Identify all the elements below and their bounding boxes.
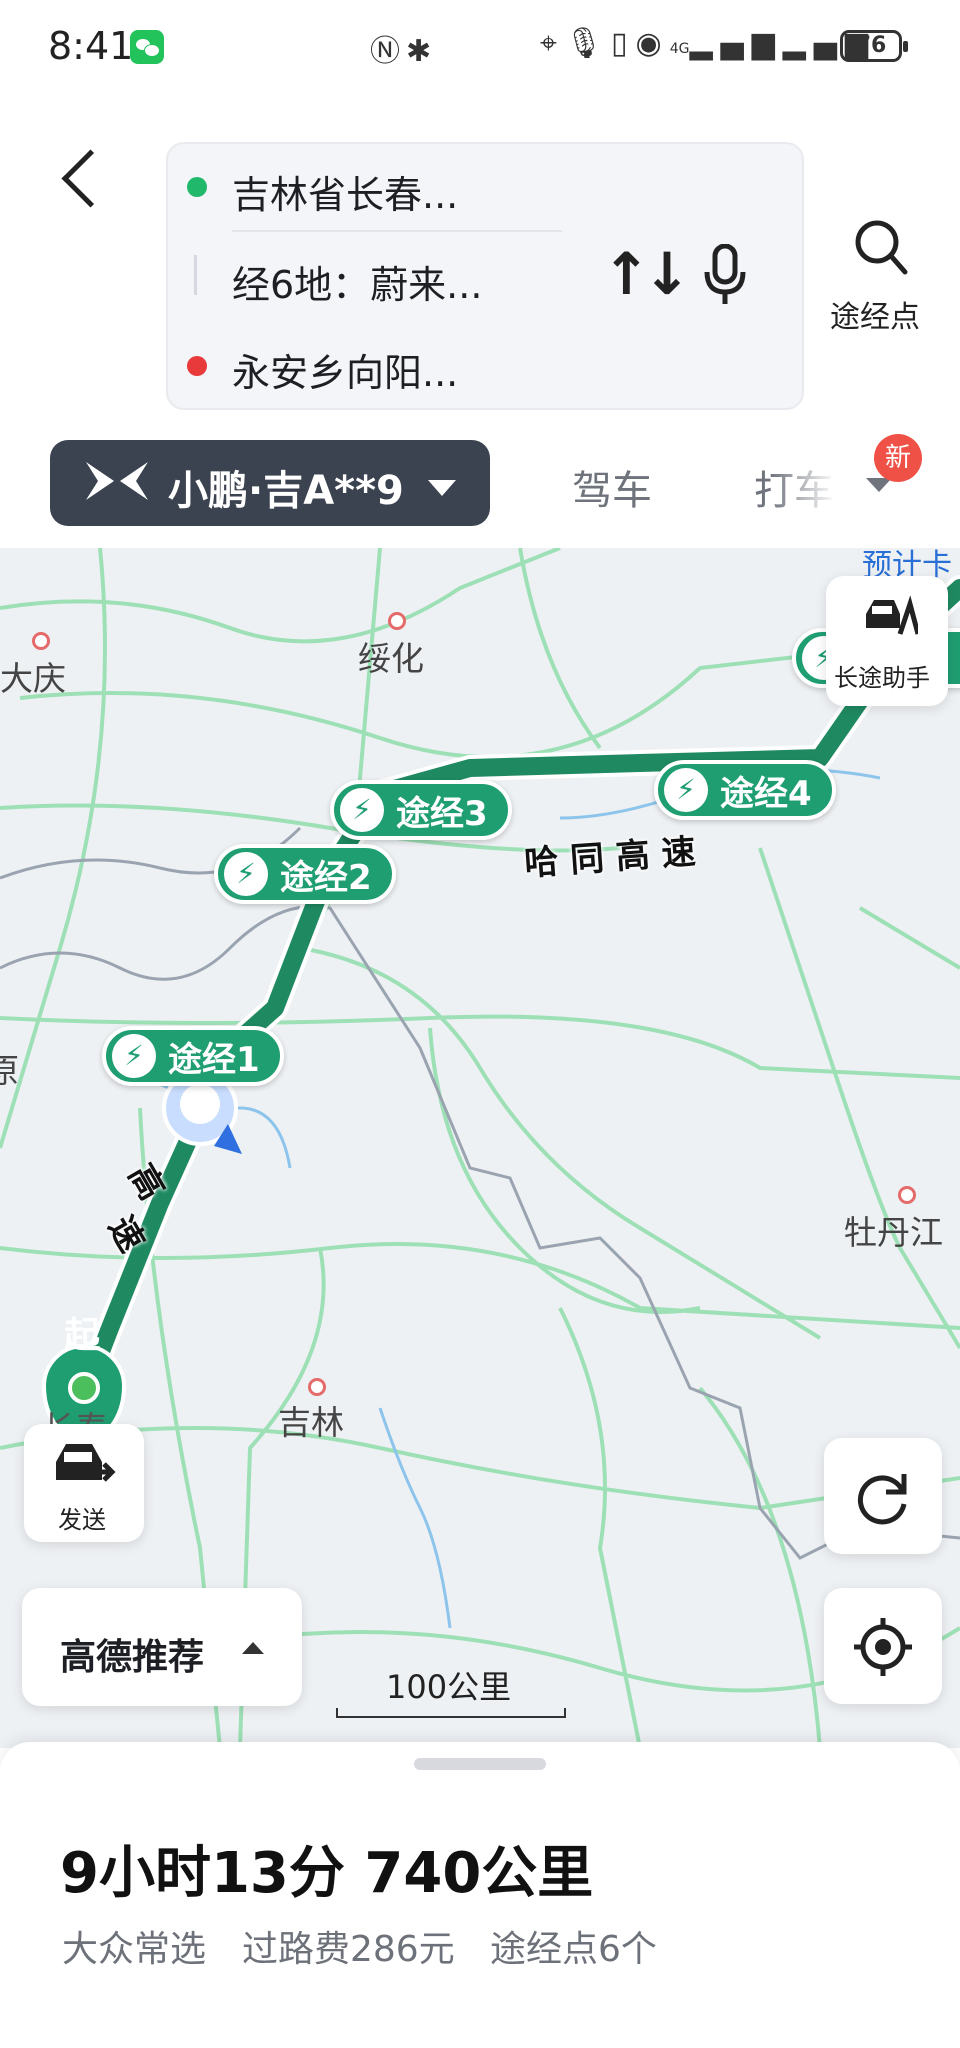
chevron-down-icon[interactable]	[428, 480, 456, 496]
divider	[232, 230, 562, 232]
network-type: 4G	[669, 41, 690, 57]
locate-icon	[854, 1618, 912, 1676]
start-marker-label: 起	[64, 1315, 101, 1356]
long-trip-assistant-label: 长途助手	[834, 664, 930, 692]
recommend-label: 高德推荐	[60, 1637, 205, 1678]
route-duration-distance: 9小时13分 740公里	[60, 1841, 594, 1906]
city-dot	[32, 632, 50, 650]
city-dot	[308, 1378, 326, 1396]
road-network	[0, 548, 960, 1748]
car-route-icon	[866, 595, 918, 635]
waypoint-1[interactable]: ⚡ 途经1	[102, 1026, 284, 1086]
via-field[interactable]: 经6地：蔚来...	[232, 254, 482, 309]
locate-button[interactable]	[824, 1588, 942, 1704]
route-outline	[72, 575, 960, 1406]
status-time: 8:41	[48, 24, 134, 68]
vibrate-icon: ▯	[610, 26, 636, 61]
origin-dot	[187, 177, 207, 197]
chevron-up-icon	[242, 1642, 264, 1654]
city-dot	[388, 612, 406, 630]
origin-field[interactable]: 吉林省长春...	[232, 164, 458, 219]
route-recommend-selector[interactable]: 高德推荐	[22, 1588, 302, 1706]
hotspot-icon: ◉	[635, 26, 670, 61]
nfc-icon: Ⓝ	[370, 34, 406, 69]
destination-dot	[187, 356, 207, 376]
route-tag-waypoints: 途经点6个	[490, 1929, 657, 1970]
vehicle-name[interactable]: 小鹏·吉A**9	[168, 458, 404, 516]
city-partial[interactable]: 原	[0, 1044, 19, 1092]
tab-fade	[770, 440, 880, 526]
refresh-button[interactable]	[824, 1438, 942, 1554]
start-point	[68, 1372, 100, 1404]
charging-icon: ⚡	[112, 1034, 156, 1078]
waypoint-2[interactable]: ⚡ 途经2	[214, 844, 396, 904]
mic-status-icon: 🎙︎	[564, 26, 611, 61]
map-view[interactable]: 大庆 绥化 牡丹江 吉林 长春 原 预计卡 ⚡途经1 ⚡途经2 ⚡途经3 ⚡途经…	[0, 548, 960, 1748]
route-line	[76, 579, 960, 1402]
swap-icon[interactable]: ↑↓	[602, 240, 691, 308]
tab-drive[interactable]: 驾车	[572, 458, 652, 516]
route-tag-popular: 大众常选	[62, 1929, 207, 1970]
scale-bar	[336, 1708, 566, 1718]
city-dot	[898, 1186, 916, 1204]
sheet-handle[interactable]	[414, 1758, 546, 1770]
waypoint-button-label[interactable]: 途经点	[830, 292, 920, 336]
search-icon[interactable]	[853, 218, 909, 278]
city-daqing[interactable]: 大庆	[0, 652, 66, 700]
wechat-notification-icon	[130, 30, 164, 64]
send-label: 发送	[58, 1506, 106, 1534]
charging-icon: ⚡	[664, 768, 708, 812]
back-button[interactable]	[61, 149, 120, 208]
car-send-icon	[56, 1444, 116, 1482]
signal-icon: ▂▄▆	[689, 26, 783, 61]
destination-field[interactable]: 永安乡向阳...	[232, 342, 458, 397]
map-canvas	[0, 548, 960, 1748]
voice-icon[interactable]	[704, 244, 746, 306]
via-line	[194, 255, 197, 295]
route-tag-toll: 过路费286元	[242, 1929, 455, 1970]
avatar	[180, 1084, 220, 1124]
city-suihua[interactable]: 绥化	[358, 632, 424, 680]
long-trip-assistant-button[interactable]: 长途助手	[826, 576, 948, 706]
status-right-icons: ⌖🎙︎▯◉4G▂▄▆▂▄▆	[540, 26, 876, 61]
location-icon: ⌖	[540, 26, 565, 61]
xpeng-logo-icon	[86, 462, 148, 500]
status-bar: 8:41 Ⓝ✱ ⌖🎙︎▯◉4G▂▄▆▂▄▆ 76	[0, 0, 960, 95]
bluetooth-icon: ✱	[406, 34, 438, 69]
new-badge: 新	[874, 434, 922, 482]
battery-icon: 76	[840, 30, 908, 62]
waypoint-3[interactable]: ⚡ 途经3	[330, 780, 512, 840]
waypoint-4[interactable]: ⚡ 途经4	[654, 760, 836, 820]
charging-icon: ⚡	[224, 852, 268, 896]
city-jilin[interactable]: 吉林	[278, 1396, 344, 1444]
send-to-car-button[interactable]: 发送	[24, 1424, 144, 1542]
status-icons: Ⓝ✱	[370, 26, 437, 70]
city-mudanjiang[interactable]: 牡丹江	[844, 1206, 943, 1254]
scale-label: 100公里	[386, 1668, 512, 1706]
refresh-icon	[857, 1474, 907, 1525]
charging-icon: ⚡	[340, 788, 384, 832]
